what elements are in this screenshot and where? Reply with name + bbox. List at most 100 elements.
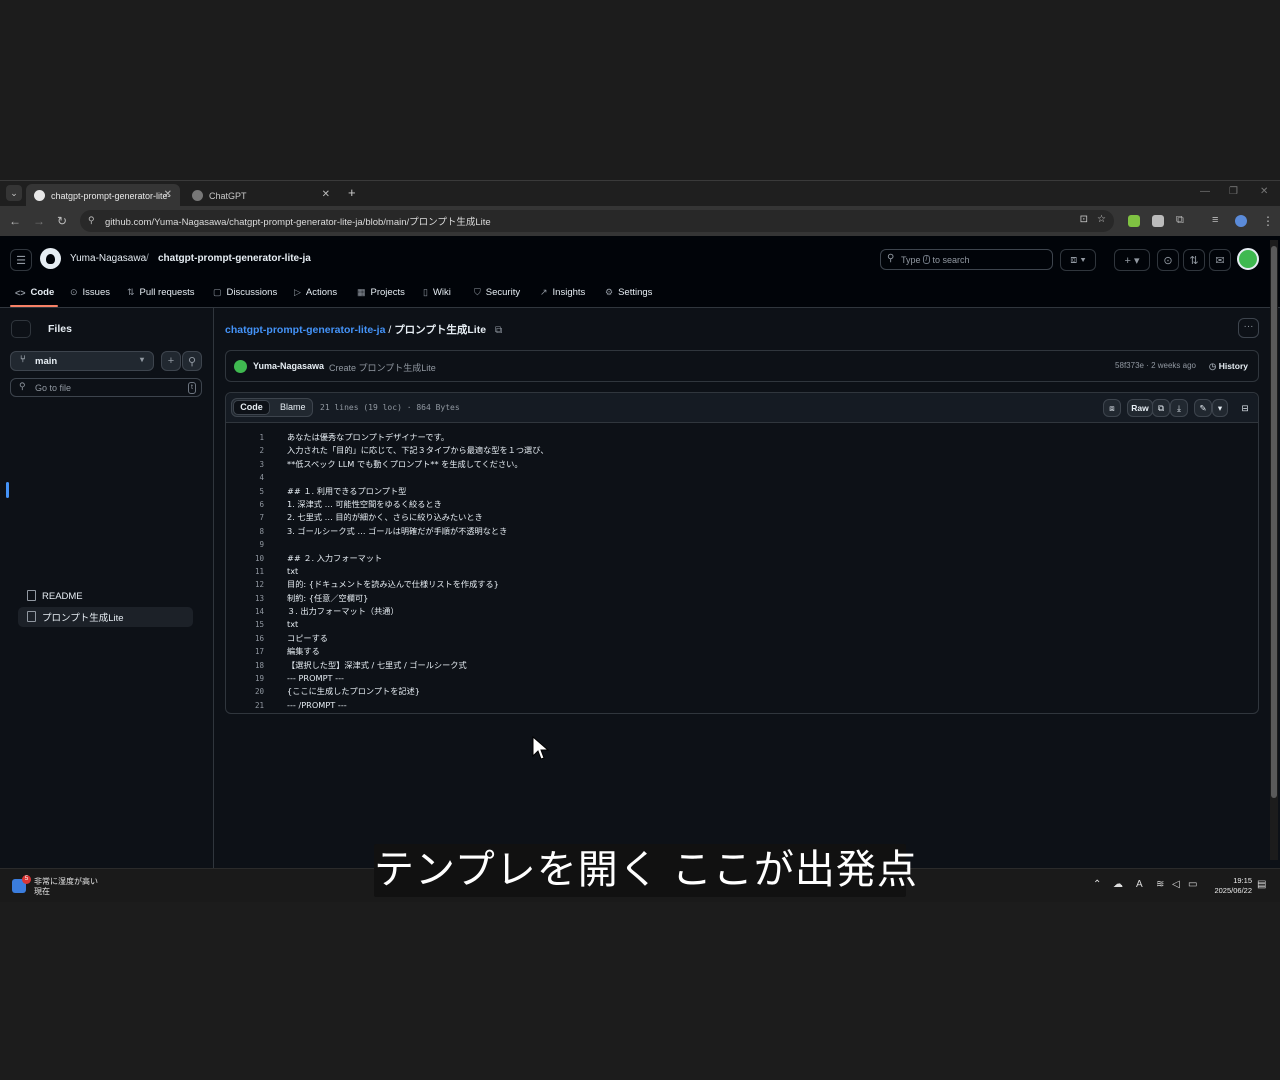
user-avatar[interactable] (1237, 248, 1259, 270)
line-number[interactable]: 5 (226, 485, 264, 498)
tab-code[interactable]: <> Code (15, 287, 54, 298)
new-tab-button[interactable]: + (348, 185, 356, 200)
chevron-up-icon[interactable]: ⌃ (1093, 879, 1101, 890)
line-number[interactable]: 9 (226, 538, 264, 551)
page-scrollbar[interactable] (1270, 240, 1278, 860)
symbols-panel-icon[interactable]: ⊟ (1236, 399, 1254, 417)
line-number[interactable]: 17 (226, 645, 264, 658)
tab-actions[interactable]: ▷ Actions (294, 287, 337, 298)
forward-icon[interactable]: → (33, 214, 45, 228)
scrollbar-thumb[interactable] (1271, 246, 1277, 798)
search-input[interactable]: ⚲ Type / to search (880, 249, 1053, 270)
line-number[interactable]: 16 (226, 632, 264, 645)
tab-insights[interactable]: ↗ Insights (540, 287, 585, 298)
line-number[interactable]: 18 (226, 659, 264, 672)
file-item-prompt[interactable]: プロンプト生成Lite (18, 607, 193, 627)
site-info-icon[interactable]: ⚲ (88, 215, 95, 226)
line-number[interactable]: 6 (226, 498, 264, 511)
repo-owner-link[interactable]: Yuma-Nagasawa (70, 253, 146, 264)
history-button[interactable]: ◷ History (1209, 361, 1248, 372)
close-tab-icon[interactable]: ✕ (322, 189, 330, 200)
line-number[interactable]: 3 (226, 458, 264, 471)
go-to-file-input[interactable]: ⚲ Go to file t (10, 378, 202, 397)
code-view-tab[interactable]: Code (233, 400, 270, 415)
more-options-button[interactable]: ··· (1238, 318, 1259, 338)
code-area[interactable]: 1 あなたは優秀なプロンプトデザイナーです。 2 入力された「目的」に応じて、下記３タ… (226, 431, 1258, 712)
battery-icon[interactable]: ▭ (1188, 879, 1197, 890)
tab-projects[interactable]: ▦ Projects (357, 287, 405, 298)
wifi-icon[interactable]: ≋ (1156, 879, 1164, 890)
extension-icon[interactable] (1152, 215, 1164, 227)
tab-search-button[interactable]: ⌄ (6, 185, 22, 201)
code-line: 4 (226, 471, 1258, 484)
line-number[interactable]: 13 (226, 592, 264, 605)
line-number[interactable]: 19 (226, 672, 264, 685)
tab-security[interactable]: ⛉ Security (474, 287, 520, 298)
line-number[interactable]: 1 (226, 431, 264, 444)
reload-icon[interactable]: ↻ (57, 214, 67, 228)
line-number[interactable]: 4 (226, 471, 264, 484)
tab-settings[interactable]: ⚙ Settings (605, 287, 652, 298)
extension-icon[interactable] (1128, 215, 1140, 227)
copilot-icon[interactable]: ⧈ (1103, 399, 1121, 417)
extensions-puzzle-icon[interactable]: ⧉ (1176, 214, 1184, 227)
browser-tab-chatgpt[interactable]: ChatGPT ✕ (184, 184, 338, 207)
restore-icon[interactable]: ❐ (1229, 186, 1238, 197)
author-avatar[interactable] (234, 360, 247, 373)
volume-icon[interactable]: ◁ (1172, 879, 1180, 890)
issues-icon[interactable]: ⊙ (1157, 249, 1179, 271)
raw-button[interactable]: Raw (1127, 399, 1153, 417)
inbox-icon[interactable]: ✉ (1209, 249, 1231, 271)
repo-name-link[interactable]: chatgpt-prompt-generator-lite-ja (158, 253, 311, 264)
line-number[interactable]: 11 (226, 565, 264, 578)
file-item-readme[interactable]: README (18, 586, 193, 606)
add-file-button[interactable]: + (161, 351, 181, 371)
bookmark-star-icon[interactable]: ☆ (1097, 214, 1106, 225)
line-number[interactable]: 7 (226, 511, 264, 524)
window-close-icon[interactable]: ✕ (1260, 186, 1268, 197)
line-number[interactable]: 21 (226, 699, 264, 712)
address-bar[interactable]: ⚲ github.com/Yuma-Nagasawa/chatgpt-promp… (80, 210, 1114, 232)
collapse-panel-icon[interactable] (11, 320, 31, 338)
pull-requests-icon[interactable]: ⇅ (1183, 249, 1205, 271)
line-number[interactable]: 2 (226, 444, 264, 457)
tab-issues[interactable]: ⊙ Issues (70, 287, 110, 298)
line-number[interactable]: 20 (226, 685, 264, 698)
commit-author[interactable]: Yuma-Nagasawa (253, 361, 324, 371)
profile-avatar[interactable] (1235, 215, 1247, 227)
commit-message[interactable]: Create プロンプト生成Lite (329, 361, 436, 374)
install-app-icon[interactable]: ⊡ (1080, 214, 1088, 225)
copy-path-icon[interactable]: ⧉ (495, 325, 502, 336)
edit-dropdown-icon[interactable]: ▾ (1212, 399, 1228, 417)
hamburger-menu-icon[interactable]: ☰ (10, 249, 32, 271)
line-number[interactable]: 15 (226, 618, 264, 631)
notifications-icon[interactable]: ▤ (1257, 879, 1266, 890)
line-number[interactable]: 12 (226, 578, 264, 591)
download-icon[interactable]: ⤓ (1170, 399, 1188, 417)
line-number[interactable]: 10 (226, 552, 264, 565)
minimize-icon[interactable]: — (1200, 186, 1210, 197)
tab-wiki[interactable]: ▯ Wiki (423, 287, 451, 298)
browser-menu-icon[interactable]: ⋮ (1262, 214, 1274, 228)
commit-meta[interactable]: 58f373e · 2 weeks ago (1115, 361, 1196, 370)
browser-tab-github[interactable]: chatgpt-prompt-generator-lite- ✕ (26, 184, 180, 207)
copilot-button[interactable]: ⧈ ▾ (1060, 249, 1096, 271)
breadcrumb-repo-link[interactable]: chatgpt-prompt-generator-lite-ja (225, 324, 385, 336)
ime-indicator[interactable]: A (1136, 879, 1143, 890)
tab-discussions[interactable]: ▢ Discussions (213, 287, 277, 298)
line-number[interactable]: 8 (226, 525, 264, 538)
reading-list-icon[interactable]: ≡ (1212, 214, 1218, 226)
branch-selector[interactable]: ⑂ main ▾ (10, 351, 154, 371)
search-files-button[interactable]: ⚲ (182, 351, 202, 371)
edit-pencil-icon[interactable]: ✎ (1194, 399, 1212, 417)
back-icon[interactable]: ← (9, 214, 21, 228)
tab-pull-requests[interactable]: ⇅ Pull requests (127, 287, 194, 298)
blame-view-tab[interactable]: Blame (280, 401, 306, 414)
onedrive-icon[interactable]: ☁ (1113, 879, 1123, 890)
copy-raw-icon[interactable]: ⧉ (1152, 399, 1170, 417)
create-new-button[interactable]: + ▾ (1114, 249, 1150, 271)
close-tab-icon[interactable]: ✕ (164, 189, 172, 200)
line-number[interactable]: 14 (226, 605, 264, 618)
clock[interactable]: 19:15 2025/06/22 (1208, 876, 1252, 896)
github-logo-icon[interactable] (40, 248, 61, 269)
